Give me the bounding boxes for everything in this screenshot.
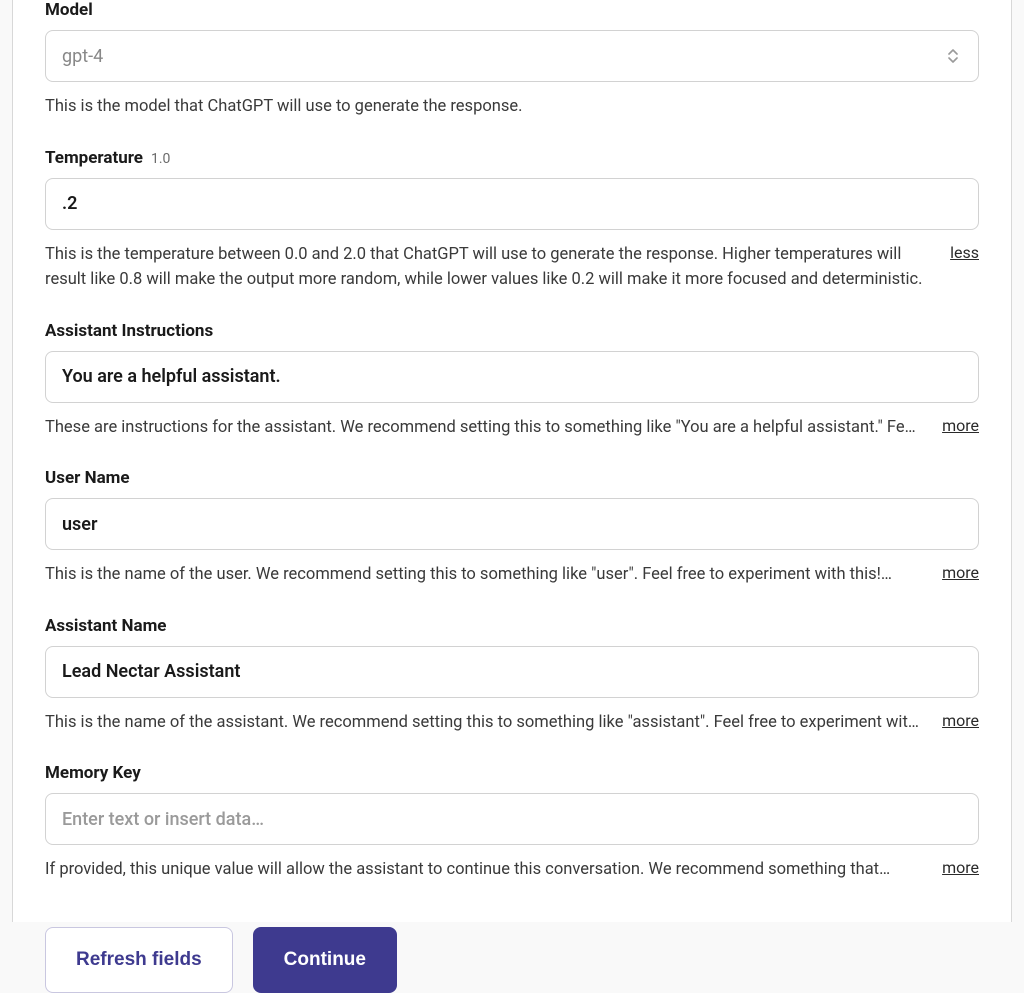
temperature-default-suffix: 1.0 [151,151,170,167]
assistant-instructions-help-text: These are instructions for the assistant… [45,415,926,441]
assistant-name-input[interactable] [62,661,962,682]
help-row: This is the temperature between 0.0 and … [45,242,979,293]
model-select-value: gpt-4 [62,46,944,67]
user-name-label: User Name [45,468,130,488]
help-row: This is the name of the user. We recomme… [45,562,979,588]
memory-key-input-wrapper [45,793,979,845]
settings-panel: Model gpt-4 This is the model that ChatG… [12,0,1012,922]
chevron-up-down-icon [944,44,962,68]
temperature-label: Temperature [45,148,143,168]
continue-button[interactable]: Continue [253,927,397,993]
field-temperature: Temperature 1.0 This is the temperature … [45,148,979,293]
field-label-row: Temperature 1.0 [45,148,979,168]
field-label-row: User Name [45,468,979,488]
assistant-instructions-label: Assistant Instructions [45,321,213,341]
memory-key-input[interactable] [62,809,962,830]
assistant-name-help-text: This is the name of the assistant. We re… [45,710,926,736]
assistant-name-help-toggle[interactable]: more [942,710,979,730]
user-name-input[interactable] [62,514,962,535]
assistant-instructions-input-wrapper [45,351,979,403]
temperature-input-wrapper [45,178,979,230]
help-row: This is the model that ChatGPT will use … [45,94,979,120]
user-name-input-wrapper [45,498,979,550]
temperature-help-toggle[interactable]: less [950,242,979,262]
refresh-fields-button[interactable]: Refresh fields [45,927,233,993]
field-label-row: Assistant Instructions [45,321,979,341]
model-label: Model [45,0,93,20]
help-row: If provided, this unique value will allo… [45,857,979,883]
field-assistant-instructions: Assistant Instructions These are instruc… [45,321,979,441]
temperature-input[interactable] [62,193,962,214]
memory-key-help-text: If provided, this unique value will allo… [45,857,926,883]
user-name-help-text: This is the name of the user. We recomme… [45,562,926,588]
field-model: Model gpt-4 This is the model that ChatG… [45,0,979,120]
temperature-help-text: This is the temperature between 0.0 and … [45,242,934,293]
assistant-instructions-input[interactable] [62,366,962,387]
field-memory-key: Memory Key If provided, this unique valu… [45,763,979,883]
memory-key-help-toggle[interactable]: more [942,857,979,877]
button-row: Refresh fields Continue [45,927,979,993]
memory-key-label: Memory Key [45,763,141,783]
user-name-help-toggle[interactable]: more [942,562,979,582]
field-assistant-name: Assistant Name This is the name of the a… [45,616,979,736]
field-user-name: User Name This is the name of the user. … [45,468,979,588]
field-label-row: Model [45,0,979,20]
help-row: This is the name of the assistant. We re… [45,710,979,736]
assistant-name-input-wrapper [45,646,979,698]
assistant-instructions-help-toggle[interactable]: more [942,415,979,435]
model-select[interactable]: gpt-4 [45,30,979,82]
help-row: These are instructions for the assistant… [45,415,979,441]
model-help-text: This is the model that ChatGPT will use … [45,94,979,120]
field-label-row: Memory Key [45,763,979,783]
field-label-row: Assistant Name [45,616,979,636]
assistant-name-label: Assistant Name [45,616,166,636]
